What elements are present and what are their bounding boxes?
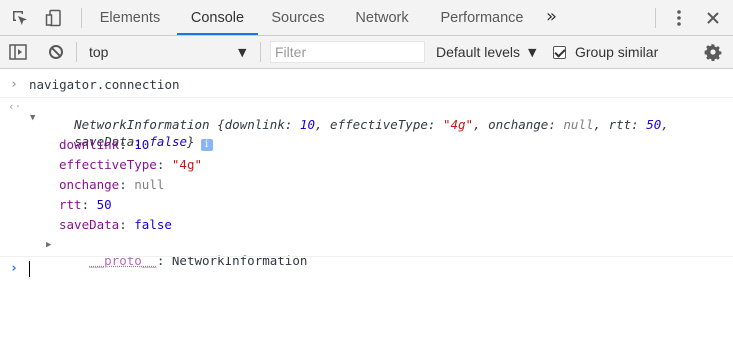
tabbar-divider bbox=[81, 8, 82, 28]
summary-token: null bbox=[563, 117, 594, 132]
property-row-onchange[interactable]: onchange: null bbox=[59, 177, 164, 193]
summary-token: : bbox=[284, 117, 300, 132]
summary-token: : bbox=[631, 117, 647, 132]
proto-property[interactable]: __proto__: NetworkInformation bbox=[59, 237, 307, 285]
devtools-tabbar: Elements Console Sources Network Perform… bbox=[0, 0, 733, 36]
summary-token: rtt bbox=[608, 117, 632, 132]
summary-token: downlink bbox=[224, 117, 285, 132]
summary-token: 50 bbox=[646, 117, 662, 132]
summary-token: , bbox=[314, 117, 331, 132]
property-row-downlink[interactable]: downlink: 10 bbox=[59, 137, 149, 153]
summary-token: "4g" bbox=[442, 117, 474, 132]
property-value: null bbox=[134, 177, 165, 192]
close-icon[interactable] bbox=[701, 6, 725, 30]
toolbar-divider bbox=[76, 42, 77, 62]
info-icon[interactable]: i bbox=[200, 139, 213, 151]
console-output: › navigator.connection ‹· ▼ NetworkInfor… bbox=[0, 70, 733, 351]
property-value: false bbox=[134, 217, 172, 232]
summary-token: } bbox=[187, 134, 195, 149]
tabbar-divider-right bbox=[655, 8, 656, 28]
console-input-command: navigator.connection bbox=[29, 77, 180, 92]
summary-token: : bbox=[548, 117, 564, 132]
row-divider-2 bbox=[0, 256, 733, 257]
property-key: rtt bbox=[59, 197, 82, 212]
summary-token: , bbox=[593, 117, 609, 132]
summary-token: : bbox=[427, 117, 443, 132]
property-key: saveData bbox=[59, 217, 120, 232]
more-tabs-chevron[interactable]: » bbox=[546, 0, 557, 36]
property-key: onchange bbox=[59, 177, 120, 192]
tab-network[interactable]: Network bbox=[342, 0, 422, 35]
toolbar-divider-2 bbox=[260, 42, 261, 62]
summary-token: , bbox=[661, 117, 669, 132]
device-toolbar-icon[interactable] bbox=[42, 6, 66, 30]
row-divider bbox=[0, 97, 733, 98]
property-row-savedata[interactable]: saveData: false bbox=[59, 217, 172, 233]
summary-token: false bbox=[149, 134, 188, 149]
summary-token: 10 bbox=[299, 117, 315, 132]
tab-performance[interactable]: Performance bbox=[430, 0, 534, 35]
sidebar-toggle-icon[interactable] bbox=[6, 40, 30, 64]
log-levels-dropdown[interactable]: Default levels bbox=[436, 36, 520, 69]
inspect-element-icon[interactable] bbox=[8, 6, 32, 30]
result-return-icon: ‹· bbox=[8, 100, 22, 113]
levels-dropdown-arrow-icon[interactable]: ▼ bbox=[528, 36, 536, 69]
vertical-dots-icon[interactable] bbox=[667, 6, 691, 30]
console-toolbar: top ▼ Default levels ▼ Group similar bbox=[0, 36, 733, 69]
property-key: effectiveType bbox=[59, 157, 157, 172]
clear-console-icon[interactable] bbox=[44, 40, 68, 64]
gear-icon[interactable] bbox=[701, 40, 725, 64]
expand-triangle-icon[interactable]: ▼ bbox=[30, 110, 35, 126]
console-input-caret[interactable] bbox=[29, 261, 30, 277]
property-key: downlink bbox=[59, 137, 120, 152]
group-similar-checkbox[interactable] bbox=[553, 46, 566, 59]
property-row-rtt[interactable]: rtt: 50 bbox=[59, 197, 112, 213]
console-prompt-chevron-icon: › bbox=[10, 261, 18, 276]
summary-token: onchange bbox=[488, 117, 549, 132]
filter-input[interactable] bbox=[270, 41, 425, 63]
collapse-triangle-icon[interactable]: ▶ bbox=[46, 237, 51, 253]
input-prompt-icon: › bbox=[10, 77, 18, 92]
group-similar-label[interactable]: Group similar bbox=[575, 36, 658, 69]
context-dropdown-arrow-icon[interactable]: ▼ bbox=[238, 36, 246, 69]
tab-sources[interactable]: Sources bbox=[262, 0, 334, 35]
property-row-effectivetype[interactable]: effectiveType: "4g" bbox=[59, 157, 202, 173]
tab-elements[interactable]: Elements bbox=[88, 0, 172, 35]
property-value: 10 bbox=[134, 137, 150, 152]
summary-token: effectiveType bbox=[330, 117, 428, 132]
summary-token: , bbox=[473, 117, 489, 132]
context-selector[interactable]: top bbox=[89, 36, 108, 69]
tab-console[interactable]: Console bbox=[177, 0, 258, 35]
property-value: 50 bbox=[96, 197, 112, 212]
property-value: "4g" bbox=[171, 157, 203, 172]
